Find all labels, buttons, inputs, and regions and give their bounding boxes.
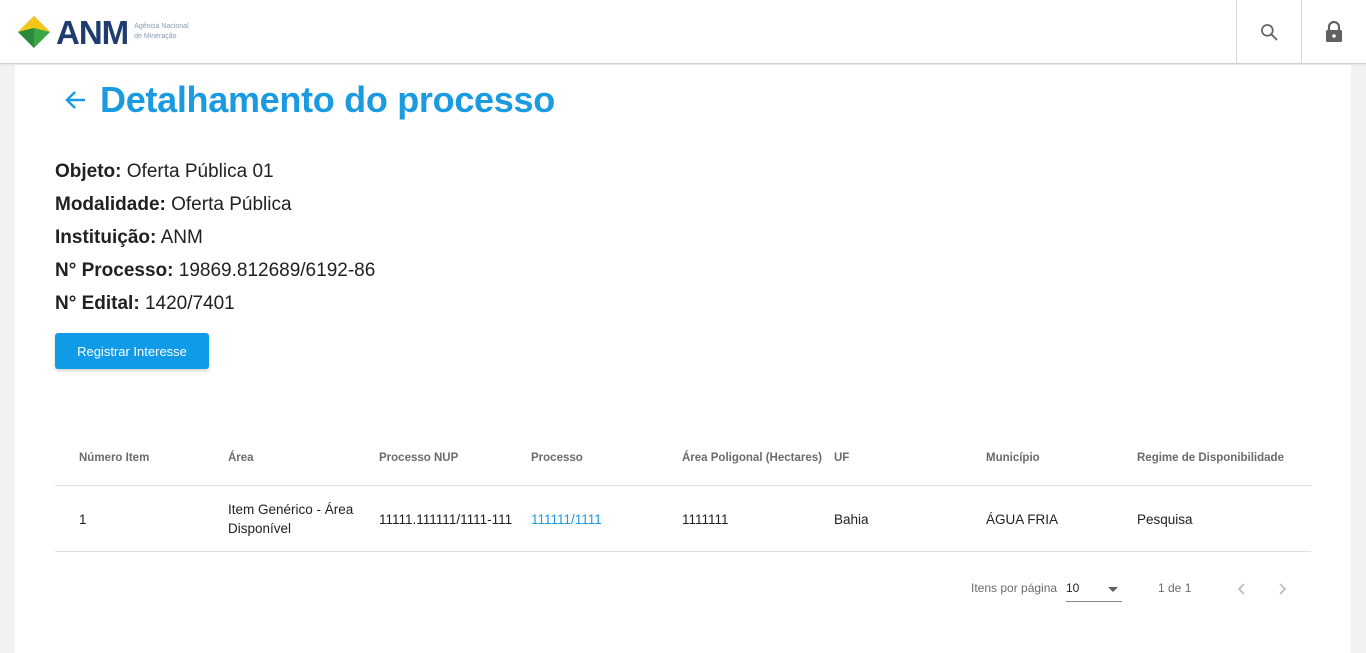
dropdown-caret-icon bbox=[1108, 587, 1118, 592]
login-button[interactable] bbox=[1302, 0, 1366, 64]
title-row: Detalhamento do processo bbox=[63, 79, 555, 121]
arrow-back-icon bbox=[65, 91, 85, 109]
paginator: Itens por página 10 1 de 1 bbox=[15, 572, 1351, 606]
search-button[interactable] bbox=[1237, 0, 1301, 64]
column-header-area-poligonal[interactable]: Área Poligonal (Hectares) bbox=[682, 430, 822, 486]
info-processo: N° Processo: 19869.812689/6192-86 bbox=[55, 259, 375, 292]
cell-uf: Bahia bbox=[834, 511, 869, 527]
cell-numero-item: 1 bbox=[79, 511, 87, 527]
items-table: Número Item Área Processo NUP Processo Á… bbox=[55, 430, 1311, 552]
column-header-municipio[interactable]: Município bbox=[986, 430, 1040, 486]
brand-name: ANM bbox=[56, 13, 129, 51]
table-header: Número Item Área Processo NUP Processo Á… bbox=[55, 430, 1311, 486]
info-value: 1420/7401 bbox=[144, 293, 235, 314]
info-edital: N° Edital: 1420/7401 bbox=[55, 292, 375, 325]
items-per-page-label: Itens por página bbox=[971, 581, 1058, 595]
cell-area-poligonal: 1111111 bbox=[682, 511, 729, 527]
page-range-label: 1 de 1 bbox=[1158, 581, 1192, 595]
page-size-select[interactable]: 10 bbox=[1066, 576, 1122, 602]
column-header-regime[interactable]: Regime de Disponibilidade bbox=[1137, 430, 1284, 486]
column-header-processo[interactable]: Processo bbox=[531, 430, 583, 486]
info-modalidade: Modalidade: Oferta Pública bbox=[55, 193, 375, 226]
column-header-uf[interactable]: UF bbox=[834, 430, 849, 486]
chevron-right-icon bbox=[1279, 583, 1287, 595]
info-label: N° Edital: bbox=[55, 293, 140, 314]
column-header-area[interactable]: Área bbox=[228, 430, 254, 486]
page-title: Detalhamento do processo bbox=[100, 79, 555, 120]
previous-page-button[interactable] bbox=[1227, 574, 1257, 604]
back-button[interactable] bbox=[63, 87, 89, 113]
info-label: Instituição: bbox=[55, 227, 157, 248]
register-interest-button[interactable]: Registrar Interesse bbox=[55, 333, 209, 369]
brand-subtitle: Agência Nacional de Mineração bbox=[134, 23, 189, 40]
process-info: Objeto: Oferta Pública 01 Modalidade: Of… bbox=[55, 160, 375, 325]
info-label: N° Processo: bbox=[55, 260, 174, 281]
next-page-button[interactable] bbox=[1267, 574, 1297, 604]
lock-icon bbox=[1326, 21, 1342, 42]
cell-processo-nup: 11111.111111/1111-111 bbox=[379, 511, 513, 527]
cell-municipio: ÁGUA FRIA bbox=[986, 511, 1059, 527]
info-value: ANM bbox=[160, 227, 203, 248]
info-label: Objeto: bbox=[55, 161, 122, 182]
table-row: 1 Item Genérico - Área Disponível 11111.… bbox=[55, 486, 1311, 552]
top-header: ANM Agência Nacional de Mineração bbox=[0, 0, 1366, 64]
cell-area: Item Genérico - Área Disponível bbox=[228, 502, 354, 536]
process-detail-card: Detalhamento do processo Objeto: Oferta … bbox=[15, 65, 1351, 653]
info-value: Oferta Pública 01 bbox=[126, 161, 274, 182]
cell-processo-link[interactable]: 111111/1111 bbox=[531, 486, 671, 552]
info-value: 19869.812689/6192-86 bbox=[178, 260, 376, 281]
info-instituicao: Instituição: ANM bbox=[55, 226, 375, 259]
anm-logo-mark-icon bbox=[18, 16, 50, 48]
info-objeto: Objeto: Oferta Pública 01 bbox=[55, 160, 375, 193]
column-header-numero-item[interactable]: Número Item bbox=[79, 430, 149, 486]
cell-regime: Pesquisa bbox=[1137, 511, 1193, 527]
info-value: Oferta Pública bbox=[171, 194, 292, 215]
anm-logo[interactable]: ANM Agência Nacional de Mineração bbox=[16, 12, 194, 52]
page-size-value: 10 bbox=[1066, 581, 1080, 595]
column-header-processo-nup[interactable]: Processo NUP bbox=[379, 430, 458, 486]
info-label: Modalidade: bbox=[55, 194, 166, 215]
search-icon bbox=[1261, 24, 1278, 41]
chevron-left-icon bbox=[1237, 583, 1245, 595]
